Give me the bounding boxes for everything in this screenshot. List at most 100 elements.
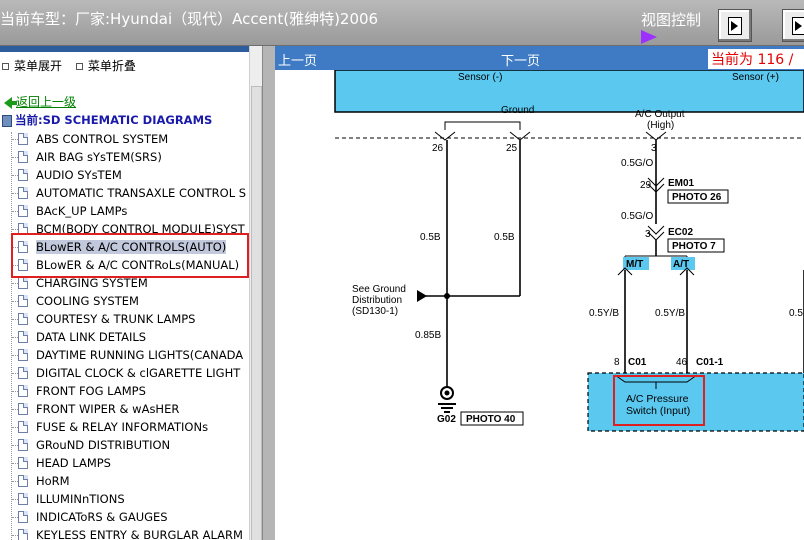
ec02-label: EC02 [668,227,693,238]
tree-item-label: AIR BAG sYsTEM(SRS) [36,150,162,164]
sensor-minus-label: Sensor (-) [458,72,502,83]
document-icon [18,403,28,415]
back-arrow-icon [4,96,17,109]
document-icon [18,205,28,217]
tree-item-label: GRouND DISTRIBUTION [36,438,171,452]
scrollbar-thumb[interactable] [251,86,262,540]
pin-8: 8 [614,357,620,368]
current-folder: 当前:SD SCHEMATIC DIAGRAMS [2,112,212,128]
next-page-link[interactable]: 下一页 [501,50,540,69]
folder-icon [2,114,12,127]
expand-all-button[interactable]: 菜单展开 [14,59,62,73]
expand-icon [2,63,9,70]
tree-item-label: FRONT FOG LAMPS [36,384,146,398]
collapse-icon [75,63,83,70]
tree-item-label: COURTESY & TRUNK LAMPS [36,312,196,326]
title-bar: 当前车型：厂家:Hyundai（现代）Accent(雅绅特)2006 视图控制 [0,0,804,46]
tree-item-wiper[interactable]: FRONT WIPER & wAsHER [0,400,249,418]
see-ground-label-3: (SD130-1) [352,306,398,317]
document-icon [18,475,28,487]
tree-item-head-lamps[interactable]: HEAD LAMPS [0,454,249,472]
photo-7-label: PHOTO 7 [672,241,716,252]
wire-05b-2: 0.5B [494,232,515,243]
document-icon [18,151,28,163]
c01-1-label: C01-1 [696,357,724,368]
document-icon [18,493,28,505]
view-control-label: 视图控制 [641,11,702,29]
wire-05go-2: 0.5G/O [621,211,653,222]
tree-item-illumination[interactable]: ILLUMINnTIONS [0,490,249,508]
back-link[interactable]: 返回上一级 [4,93,76,110]
ground-label: Ground [501,105,534,116]
tree-item-label: INDICAToRS & GAUGES [36,510,168,524]
tree-item-label: DATA LINK DETAILS [36,330,147,344]
see-ground-label-2: Distribution [352,295,402,306]
next-page-button[interactable] [718,9,752,42]
tree-item-label: COOLING SYSTEM [36,294,139,308]
prev-page-button[interactable]: 上一页 [278,50,317,69]
see-ground-label: See Ground [352,284,406,295]
tree-item-airbag[interactable]: AIR BAG sYsTEM(SRS) [0,148,249,166]
tree-item-transaxle[interactable]: AUTOMATIC TRANSAXLE CONTROL S [0,184,249,202]
wire-05yb-2: 0.5Y/B [655,308,685,319]
tree-item-keyless[interactable]: KEYLESS ENTRY & BURGLAR ALARM [0,526,249,540]
tree-item-fuse[interactable]: FUSE & RELAY INFORMATIONs [0,418,249,436]
tree-item-label: HEAD LAMPS [36,456,111,470]
play-arrow-icon[interactable] [641,30,657,44]
document-icon [18,457,28,469]
tree-item-label: AUTOMATIC TRANSAXLE CONTROL S [36,186,247,200]
play-last-icon [795,21,802,31]
wire-05b-1: 0.5B [420,232,441,243]
sensor-plus-label: Sensor (+) [732,72,779,83]
tree-item-label: BAcK_UP LAMPs [36,204,128,218]
page-status: 当前为 116 / [708,49,804,69]
tree-item-label: DAYTIME RUNNING LIGHTS(CANADA [36,348,244,362]
ac-output-sub-label: (High) [647,120,674,131]
tree-item-abs[interactable]: ABS CONTROL SYSTEM [0,130,249,148]
splitter[interactable] [263,46,275,540]
connector-3: 3 [645,229,651,240]
wiring-diagram: Sensor (-) Sensor (+) Ground A/C Output … [334,70,804,432]
document-icon [18,169,28,181]
document-icon [18,439,28,451]
tree-item-horn[interactable]: HoRM [0,472,249,490]
mt-label: M/T [626,259,643,270]
tree-item-indicators[interactable]: INDICAToRS & GAUGES [0,508,249,526]
ground-reference-arrow [417,290,427,302]
tree-item-fog-lamps[interactable]: FRONT FOG LAMPS [0,382,249,400]
tree-item-label: DIGITAL CLOCK & clGARETTE LIGHT [36,366,241,380]
document-icon [18,349,28,361]
last-page-button[interactable] [782,9,804,42]
em01-label: EM01 [668,178,695,189]
wire-05yb-1: 0.5Y/B [589,308,619,319]
photo-40-label: PHOTO 40 [466,414,516,425]
tree-item-clock[interactable]: DIGITAL CLOCK & clGARETTE LIGHT [0,364,249,382]
document-icon [18,529,28,540]
tree-item-cooling[interactable]: COOLING SYSTEM [0,292,249,310]
tree-item-courtesy[interactable]: COURTESY & TRUNK LAMPS [0,310,249,328]
tree-item-backup-lamps[interactable]: BAcK_UP LAMPs [0,202,249,220]
g02-label: G02 [437,414,456,425]
tree-item-daytime[interactable]: DAYTIME RUNNING LIGHTS(CANADA [0,346,249,364]
tree-item-data-link[interactable]: DATA LINK DETAILS [0,328,249,346]
document-icon [18,331,28,343]
document-icon [18,367,28,379]
current-folder-label: 当前:SD SCHEMATIC DIAGRAMS [15,113,213,127]
pin-25: 25 [506,143,518,154]
document-icon [18,187,28,199]
connector-29: 29 [640,180,652,191]
tree-item-label: ILLUMINnTIONS [36,492,125,506]
tree-item-ground[interactable]: GRouND DISTRIBUTION [0,436,249,454]
schematic-canvas[interactable]: Sensor (-) Sensor (+) Ground A/C Output … [275,70,804,540]
tree-item-label: ABS CONTROL SYSTEM [36,132,169,146]
wire-085b: 0.85B [415,330,441,341]
ac-output-label: A/C Output [635,109,685,120]
viewer-toolbar: 上一页 下一页 当前为 116 / [275,46,804,70]
c01-label: C01 [628,357,647,368]
collapse-all-button[interactable]: 菜单折叠 [88,59,136,73]
sidebar-scrollbar[interactable] [249,46,262,540]
tree-item-audio[interactable]: AUDIO SYsTEM [0,166,249,184]
pin-26: 26 [432,143,444,154]
pin-46: 46 [676,357,688,368]
ac-pressure-label: A/C Pressure [626,393,689,405]
